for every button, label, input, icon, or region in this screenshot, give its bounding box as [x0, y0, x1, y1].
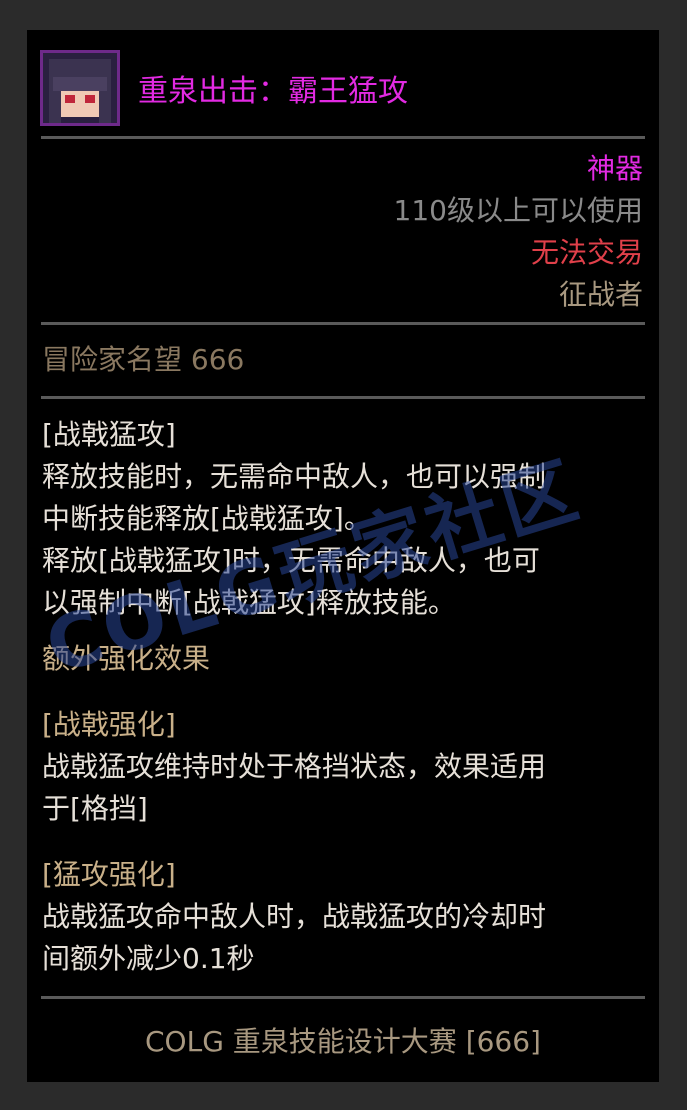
item-title: 重泉出击：霸王猛攻: [138, 74, 408, 109]
skill-name: [战戟猛攻]: [42, 418, 176, 451]
description-line: 以强制中断[战戟猛攻]释放技能。: [42, 586, 456, 619]
item-tooltip: 重泉出击：霸王猛攻 神器 110级以上可以使用 无法交易 征战者 冒险家名望 6…: [27, 30, 659, 1082]
enhance-line: 战戟猛攻命中敌人时，战戟猛攻的冷却时: [42, 900, 547, 933]
level-requirement: 110级以上可以使用: [393, 194, 643, 227]
description-line: 释放技能时，无需命中敌人，也可以强制: [42, 460, 547, 493]
extra-effect-header: 额外强化效果: [42, 642, 211, 675]
trade-status: 无法交易: [530, 236, 643, 269]
divider: [41, 136, 645, 139]
skill-description: [战戟猛攻] 释放技能时，无需命中敌人，也可以强制 中断技能释放[战戟猛攻]。 …: [42, 414, 642, 624]
divider: [41, 396, 645, 399]
character-portrait-icon: [40, 50, 120, 126]
description-line: 释放[战戟猛攻]时，无需命中敌人，也可: [42, 544, 540, 577]
item-meta: 神器 110级以上可以使用 无法交易 征战者: [394, 148, 643, 316]
tooltip-header: 重泉出击：霸王猛攻: [40, 48, 408, 128]
enhance-block-1: [战戟强化] 战戟猛攻维持时处于格挡状态，效果适用 于[格挡]: [42, 704, 642, 830]
enhance-line: 战戟猛攻维持时处于格挡状态，效果适用: [42, 750, 547, 783]
fame-value: 冒险家名望 666: [42, 343, 245, 376]
rarity-label: 神器: [586, 152, 643, 185]
enhance-name: [战戟强化]: [42, 708, 176, 741]
divider: [41, 996, 645, 999]
description-line: 中断技能释放[战戟猛攻]。: [42, 502, 372, 535]
job-restriction: 征战者: [558, 278, 643, 311]
enhance-line: 于[格挡]: [42, 792, 148, 825]
enhance-block-2: [猛攻强化] 战戟猛攻命中敌人时，战戟猛攻的冷却时 间额外减少0.1秒: [42, 854, 642, 980]
divider: [41, 322, 645, 325]
enhance-name: [猛攻强化]: [42, 858, 176, 891]
footer-text: COLG 重泉技能设计大赛 [666]: [145, 1025, 541, 1058]
enhance-line: 间额外减少0.1秒: [42, 942, 255, 975]
